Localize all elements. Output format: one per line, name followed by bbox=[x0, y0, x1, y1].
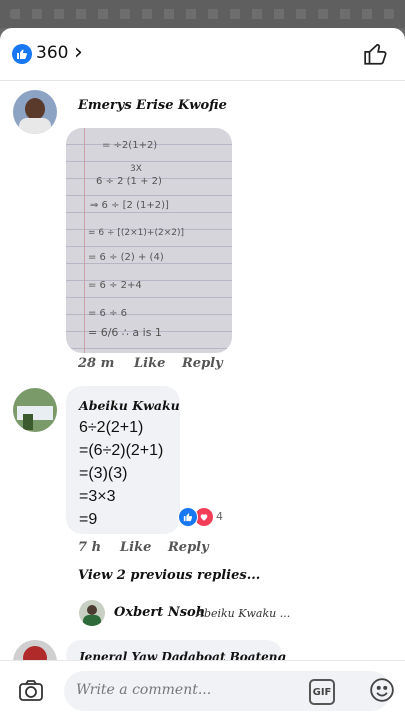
comment-placeholder: Write a comment... bbox=[76, 682, 212, 698]
comment-line: =3×3 bbox=[79, 488, 116, 505]
reply-preview-text[interactable]: Abeiku Kwaku ... bbox=[196, 607, 290, 620]
photo-text: = 6/6 ∴ a is 1 bbox=[88, 326, 162, 339]
comment-bubble[interactable]: Abeiku Kwaku 6÷2(2+1) =(6÷2)(2+1) =(3)(3… bbox=[66, 386, 180, 534]
comment-line: =(6÷2)(2+1) bbox=[79, 442, 164, 459]
reply-link[interactable]: Reply bbox=[168, 540, 209, 555]
camera-icon[interactable] bbox=[18, 678, 44, 706]
like-reaction-icon bbox=[12, 44, 32, 64]
avatar[interactable] bbox=[13, 388, 57, 432]
comment-author[interactable]: Abeiku Kwaku bbox=[79, 398, 180, 413]
reaction-count[interactable]: 360 bbox=[36, 43, 68, 63]
like-outline-icon[interactable] bbox=[363, 41, 389, 71]
photo-text: = 6 ÷ 6 bbox=[88, 308, 128, 319]
photo-text: = 6 ÷ [(2×1)+(2×2)] bbox=[88, 228, 184, 238]
chevron-right-icon[interactable]: › bbox=[74, 42, 83, 64]
comment-line: 6÷2(2+1) bbox=[79, 419, 144, 436]
comment-text: 6÷2(2+1) =(6÷2)(2+1) =(3)(3) =3×3 =9 bbox=[79, 416, 163, 531]
photo-text: = 6 ÷ 2+4 bbox=[88, 280, 142, 291]
comment-reactions[interactable]: 4 bbox=[178, 507, 228, 527]
comment-line: =(3)(3) bbox=[79, 465, 128, 482]
comment-time: 28 m bbox=[78, 356, 115, 371]
comment-composer: Write a comment... GIF bbox=[0, 660, 405, 720]
comment-time: 7 h bbox=[78, 540, 102, 555]
reaction-count: 4 bbox=[216, 510, 223, 523]
comment-input[interactable]: Write a comment... bbox=[64, 671, 391, 711]
comments-sheet: 360 › Emerys Erise Kwofie = ÷2(1+2) 3X 6… bbox=[0, 28, 405, 720]
view-previous-replies[interactable]: View 2 previous replies... bbox=[78, 568, 260, 583]
photo-text: 6 ÷ 2 (1 + 2) bbox=[96, 176, 162, 187]
like-reaction-icon bbox=[178, 507, 198, 527]
comment-author[interactable]: Emerys Erise Kwofie bbox=[78, 98, 227, 113]
reactions-header[interactable]: 360 › bbox=[0, 28, 405, 81]
comment-photo[interactable]: = ÷2(1+2) 3X 6 ÷ 2 (1 + 2) ⇒ 6 ÷ [2 (1+2… bbox=[66, 128, 232, 353]
like-link[interactable]: Like bbox=[134, 356, 165, 371]
gif-icon[interactable]: GIF bbox=[309, 679, 335, 705]
photo-text: = ÷2(1+2) bbox=[102, 140, 158, 151]
like-link[interactable]: Like bbox=[120, 540, 151, 555]
status-bar bbox=[0, 0, 405, 28]
reply-author[interactable]: Oxbert Nsoh bbox=[114, 605, 205, 620]
photo-text: 3X bbox=[130, 164, 142, 174]
photo-text: = 6 ÷ (2) + (4) bbox=[88, 252, 164, 263]
emoji-icon[interactable] bbox=[369, 677, 395, 707]
reply-link[interactable]: Reply bbox=[182, 356, 223, 371]
photo-text: ⇒ 6 ÷ [2 (1+2)] bbox=[90, 200, 169, 211]
avatar[interactable] bbox=[13, 90, 57, 134]
avatar[interactable] bbox=[79, 600, 105, 626]
comment-line: =9 bbox=[79, 511, 98, 528]
